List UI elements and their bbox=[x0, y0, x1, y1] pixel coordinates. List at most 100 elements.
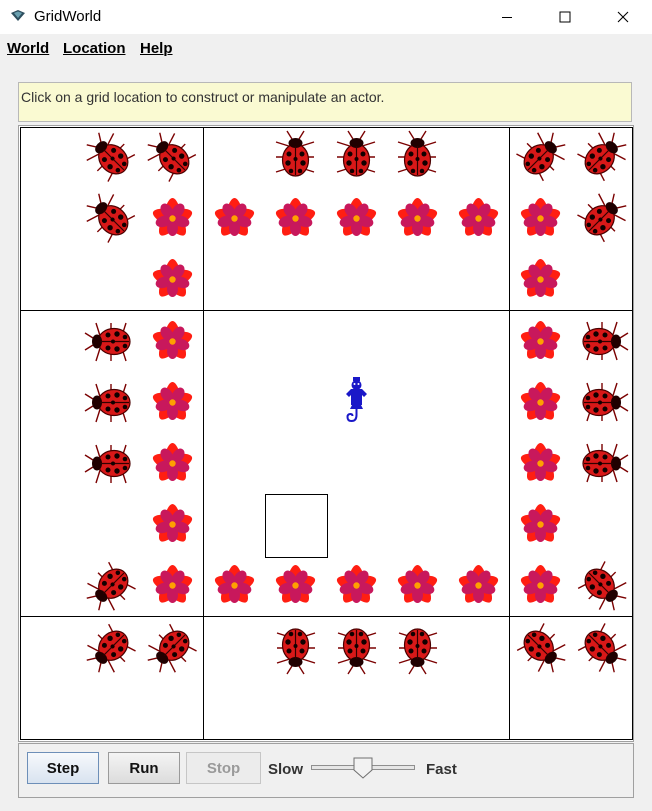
grid-cell[interactable] bbox=[204, 494, 266, 556]
grid-cell[interactable] bbox=[142, 433, 204, 495]
bug-icon bbox=[582, 443, 629, 483]
grid-cell[interactable] bbox=[571, 311, 633, 373]
grid-cell[interactable] bbox=[326, 372, 388, 434]
grid-cell[interactable] bbox=[326, 678, 388, 740]
grid-cell[interactable] bbox=[265, 617, 327, 679]
grid-cell[interactable] bbox=[265, 249, 327, 311]
grid-cell[interactable] bbox=[20, 311, 82, 373]
menu-help[interactable]: Help bbox=[140, 40, 173, 57]
grid-cell[interactable] bbox=[387, 617, 449, 679]
grid-cell[interactable] bbox=[448, 311, 510, 373]
grid-cell[interactable] bbox=[326, 311, 388, 373]
grid-cell[interactable] bbox=[387, 372, 449, 434]
grid-cell[interactable] bbox=[204, 311, 266, 373]
grid-cell[interactable] bbox=[448, 249, 510, 311]
grid-cell[interactable] bbox=[571, 249, 633, 311]
grid-cell[interactable] bbox=[326, 249, 388, 311]
minimize-icon bbox=[502, 17, 512, 18]
grid-cell[interactable] bbox=[20, 678, 82, 740]
grid-cell[interactable] bbox=[20, 249, 82, 311]
grid-cell[interactable] bbox=[81, 188, 143, 250]
grid-cell[interactable] bbox=[571, 372, 633, 434]
grid-cell[interactable] bbox=[204, 678, 266, 740]
grid-cell[interactable] bbox=[81, 249, 143, 311]
grid-cell[interactable] bbox=[142, 494, 204, 556]
grid-cell[interactable] bbox=[387, 494, 449, 556]
flower-icon bbox=[152, 382, 193, 420]
grid-cell[interactable] bbox=[326, 127, 388, 189]
grid-cell[interactable] bbox=[204, 127, 266, 189]
run-button[interactable]: Run bbox=[108, 752, 180, 784]
grid-cell[interactable] bbox=[265, 127, 327, 189]
speed-slider-thumb[interactable] bbox=[353, 757, 373, 779]
step-button[interactable]: Step bbox=[27, 752, 99, 784]
grid-cell[interactable] bbox=[20, 372, 82, 434]
stop-button[interactable]: Stop bbox=[186, 752, 261, 784]
grid-cell[interactable] bbox=[142, 372, 204, 434]
grid-cell[interactable] bbox=[387, 249, 449, 311]
flower-icon bbox=[520, 259, 561, 297]
close-button[interactable] bbox=[594, 0, 652, 34]
grid-cell[interactable] bbox=[387, 311, 449, 373]
menu-world[interactable]: World bbox=[7, 40, 49, 57]
grid-cell[interactable] bbox=[204, 372, 266, 434]
grid-cell[interactable] bbox=[448, 188, 510, 250]
maximize-button[interactable] bbox=[536, 0, 594, 34]
menu-location[interactable]: Location bbox=[63, 40, 126, 57]
flower-icon bbox=[152, 198, 193, 236]
grid-cell[interactable] bbox=[510, 249, 572, 311]
grid-cell[interactable] bbox=[81, 372, 143, 434]
grid-cell[interactable] bbox=[387, 678, 449, 740]
grid-cell[interactable] bbox=[265, 494, 327, 556]
grid-cell[interactable] bbox=[448, 494, 510, 556]
flower-icon bbox=[152, 504, 193, 542]
grid-cell[interactable] bbox=[265, 311, 327, 373]
grid-cell[interactable] bbox=[510, 494, 572, 556]
grid-cell[interactable] bbox=[448, 678, 510, 740]
grid-cell[interactable] bbox=[326, 494, 388, 556]
grid-cell[interactable] bbox=[265, 433, 327, 495]
grid-cell[interactable] bbox=[510, 311, 572, 373]
grid-cell[interactable] bbox=[510, 433, 572, 495]
grid-cell[interactable] bbox=[387, 188, 449, 250]
grid-cell[interactable] bbox=[448, 372, 510, 434]
grid-cell[interactable] bbox=[142, 249, 204, 311]
grid-cell[interactable] bbox=[81, 678, 143, 740]
grid-cell[interactable] bbox=[20, 494, 82, 556]
grid-cell[interactable] bbox=[204, 617, 266, 679]
grid-cell[interactable] bbox=[387, 433, 449, 495]
minimize-button[interactable] bbox=[478, 0, 536, 34]
bug-icon bbox=[398, 628, 438, 675]
grid-cell[interactable] bbox=[387, 127, 449, 189]
grid-cell[interactable] bbox=[326, 617, 388, 679]
grid-cell[interactable] bbox=[265, 188, 327, 250]
grid-cell[interactable] bbox=[387, 555, 449, 617]
grid-cell[interactable] bbox=[142, 311, 204, 373]
grid-cell[interactable] bbox=[448, 555, 510, 617]
grid-cell[interactable] bbox=[510, 678, 572, 740]
grid-cell[interactable] bbox=[265, 372, 327, 434]
grid-cell[interactable] bbox=[142, 127, 204, 189]
grid-cell[interactable] bbox=[204, 555, 266, 617]
grid-cell[interactable] bbox=[142, 188, 204, 250]
grid-cell[interactable] bbox=[571, 678, 633, 740]
grid-cell[interactable] bbox=[448, 433, 510, 495]
bug-icon bbox=[397, 130, 437, 177]
grid-cell[interactable] bbox=[326, 433, 388, 495]
grid-cell[interactable] bbox=[204, 433, 266, 495]
grid-cell[interactable] bbox=[142, 678, 204, 740]
grid-cell[interactable] bbox=[81, 433, 143, 495]
grid-cell[interactable] bbox=[204, 188, 266, 250]
grid-cell[interactable] bbox=[204, 249, 266, 311]
grid-cell[interactable] bbox=[326, 188, 388, 250]
grid-cell[interactable] bbox=[265, 555, 327, 617]
grid-cell[interactable] bbox=[20, 433, 82, 495]
grid-cell[interactable] bbox=[265, 678, 327, 740]
grid-cell[interactable] bbox=[571, 433, 633, 495]
grid-cell[interactable] bbox=[571, 617, 633, 679]
grid-cell[interactable] bbox=[81, 311, 143, 373]
grid-cell[interactable] bbox=[326, 555, 388, 617]
grid-cell[interactable] bbox=[510, 372, 572, 434]
grid-cell[interactable] bbox=[142, 617, 204, 679]
grid-cell[interactable] bbox=[571, 188, 633, 250]
